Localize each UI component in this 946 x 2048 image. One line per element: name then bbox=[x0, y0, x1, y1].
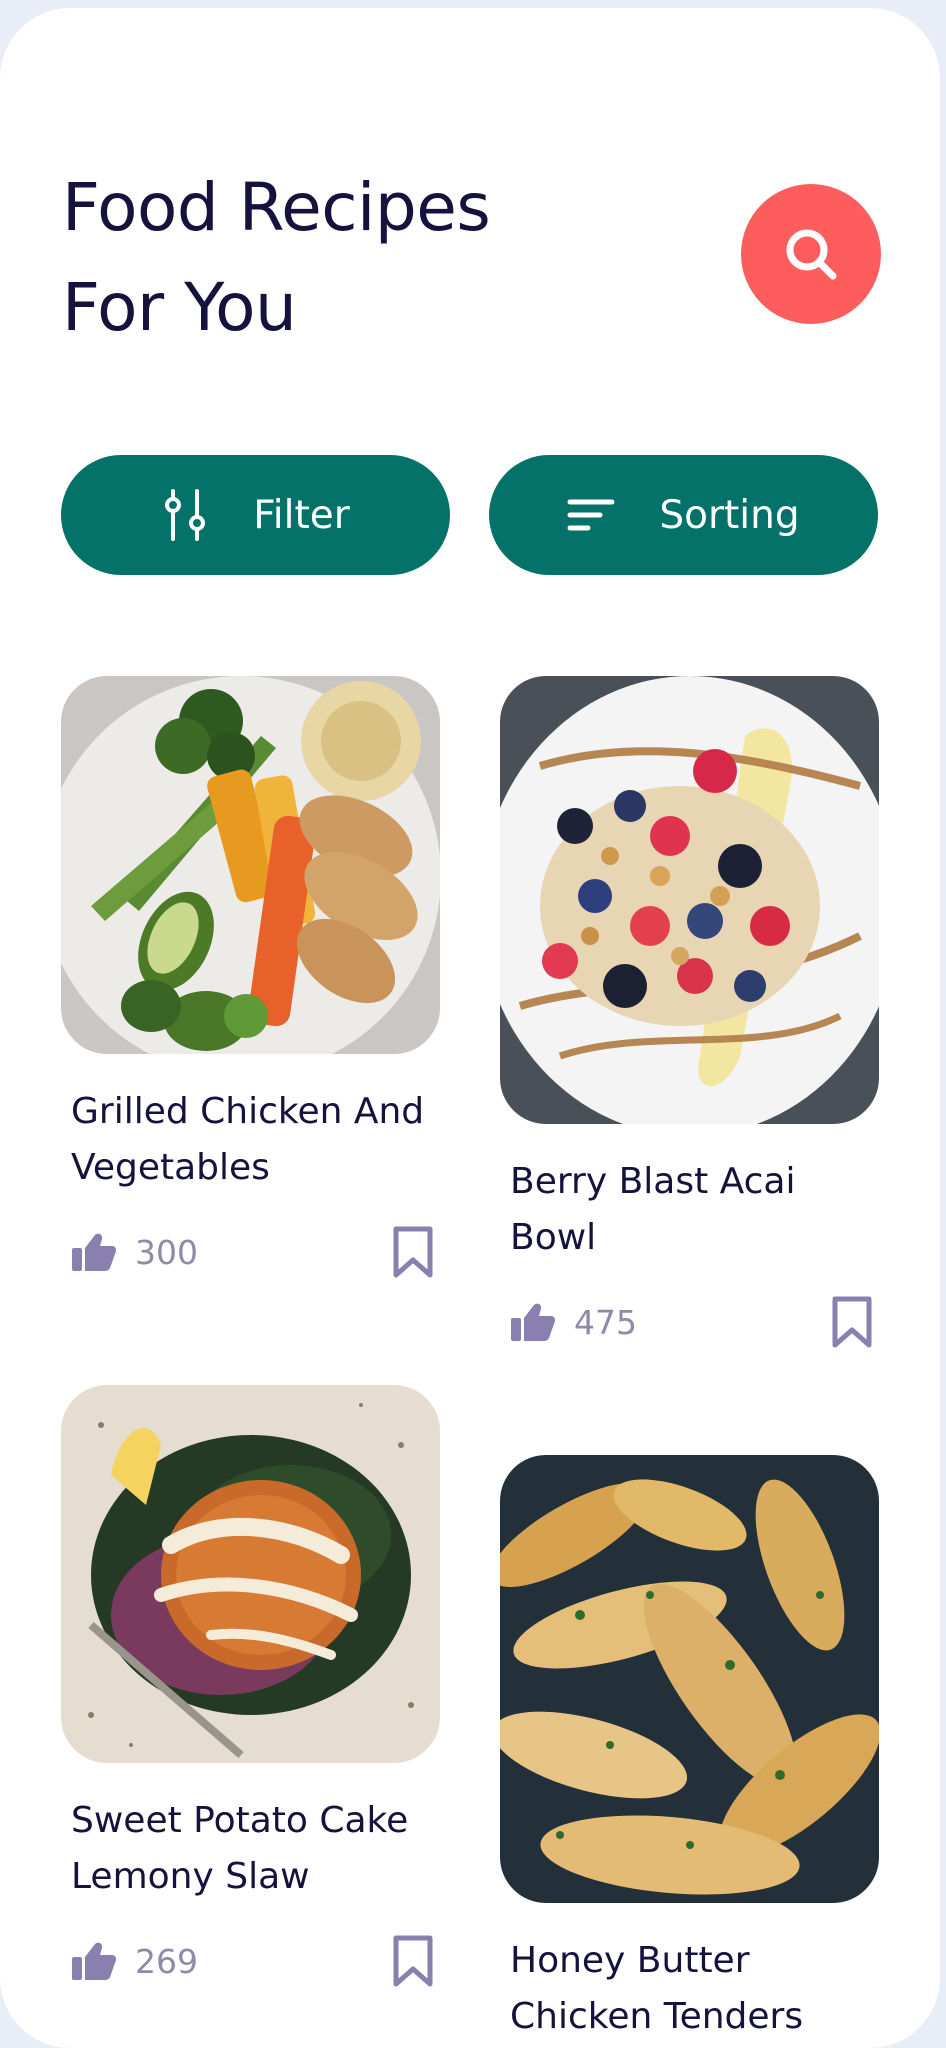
recipe-name[interactable]: Grilled Chicken And Vegetables bbox=[61, 1084, 440, 1196]
filter-label: Filter bbox=[253, 492, 350, 538]
sliders-icon bbox=[161, 487, 209, 543]
thumbs-up-icon[interactable] bbox=[510, 1302, 556, 1342]
bookmark-icon[interactable] bbox=[831, 1296, 873, 1348]
page-title-line-1: Food Recipes bbox=[62, 169, 491, 246]
recipe-name[interactable]: Sweet Potato Cake Lemony Slaw bbox=[61, 1793, 440, 1905]
recipe-card[interactable]: Honey Butter Chicken Tenders bbox=[500, 1455, 879, 2045]
bookmark-icon[interactable] bbox=[392, 1226, 434, 1278]
app-screen: Food Recipes For You Filter Sorting Gril… bbox=[0, 8, 940, 2048]
recipe-name[interactable]: Honey Butter Chicken Tenders bbox=[500, 1933, 879, 2045]
sorting-label: Sorting bbox=[659, 492, 800, 538]
recipe-photo-sweet-potato-cake bbox=[61, 1385, 440, 1763]
search-button[interactable] bbox=[741, 184, 881, 324]
recipe-photo-chicken-tenders bbox=[500, 1455, 879, 1903]
thumbs-up-icon[interactable] bbox=[71, 1941, 117, 1981]
search-icon bbox=[786, 229, 837, 280]
recipe-card[interactable]: Sweet Potato Cake Lemony Slaw 269 bbox=[61, 1385, 440, 1987]
like-count: 269 bbox=[135, 1941, 198, 1981]
recipe-meta: 475 bbox=[500, 1296, 879, 1348]
sort-lines-icon bbox=[567, 495, 615, 535]
thumbs-up-icon[interactable] bbox=[71, 1232, 117, 1272]
bookmark-icon[interactable] bbox=[392, 1935, 434, 1987]
page-title: Food Recipes For You bbox=[62, 158, 491, 358]
recipe-card[interactable]: Grilled Chicken And Vegetables 300 bbox=[61, 676, 440, 1278]
page-title-line-2: For You bbox=[62, 269, 297, 346]
recipe-card[interactable]: Berry Blast Acai Bowl 475 bbox=[500, 676, 879, 1348]
like-count: 475 bbox=[574, 1302, 637, 1342]
sorting-button[interactable]: Sorting bbox=[489, 455, 878, 575]
recipe-name[interactable]: Berry Blast Acai Bowl bbox=[500, 1154, 879, 1266]
recipe-photo-grilled-chicken bbox=[61, 676, 440, 1054]
recipe-meta: 269 bbox=[61, 1935, 440, 1987]
like-count: 300 bbox=[135, 1232, 198, 1272]
filter-button[interactable]: Filter bbox=[61, 455, 450, 575]
recipe-meta: 300 bbox=[61, 1226, 440, 1278]
recipe-photo-berry-bowl bbox=[500, 676, 879, 1124]
